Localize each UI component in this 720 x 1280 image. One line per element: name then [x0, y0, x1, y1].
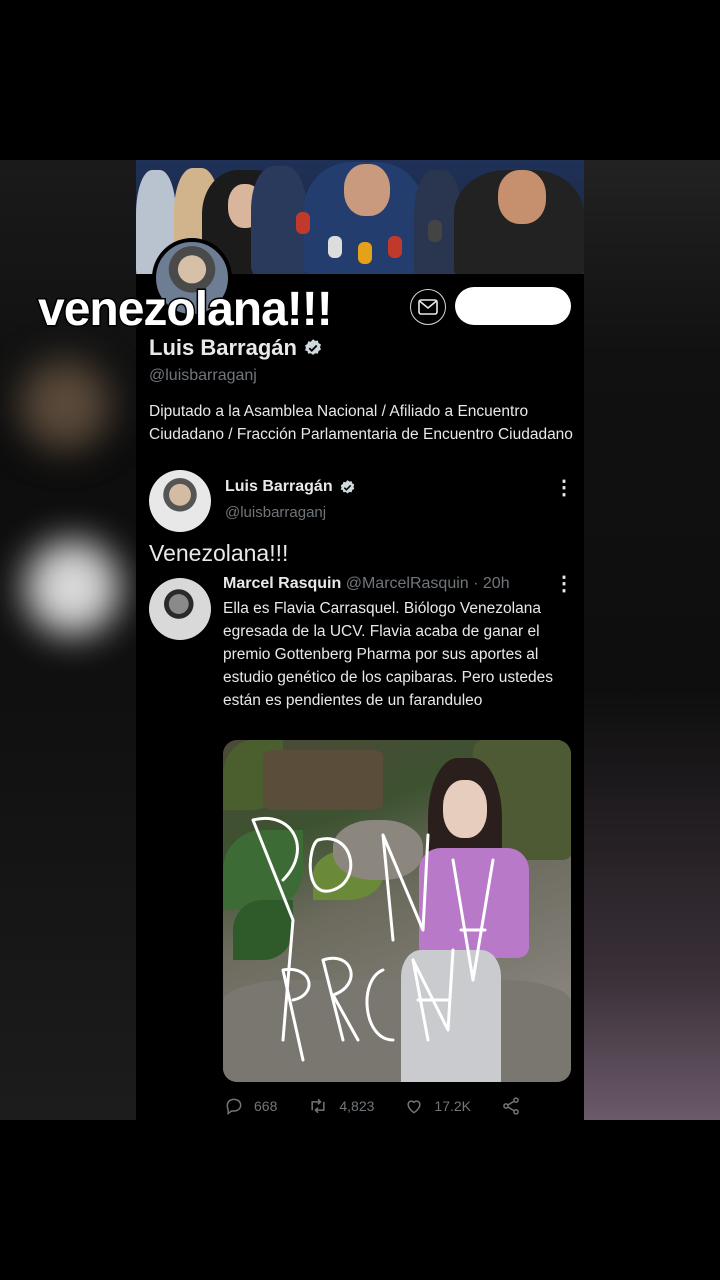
- quoted-author-name[interactable]: Marcel Rasquin: [223, 575, 341, 592]
- retweet-icon: [311, 1098, 325, 1114]
- banner-face: [344, 164, 390, 216]
- reply-icon: [226, 1098, 242, 1115]
- tweet-author-name[interactable]: Luis Barragán: [225, 478, 333, 496]
- retweet-count: 4,823: [339, 1098, 375, 1114]
- profile-name: Luis Barragán: [149, 335, 297, 360]
- like-button[interactable]: 17.2K: [404, 1096, 471, 1116]
- microphone: [296, 212, 310, 234]
- microphone: [388, 236, 402, 258]
- quoted-text: Ella es Flavia Carrasquel. Biólogo Venez…: [223, 600, 554, 709]
- tweet-author-avatar[interactable]: [149, 470, 211, 532]
- follow-button[interactable]: [455, 287, 571, 325]
- share-icon: [503, 1097, 519, 1115]
- profile-name-row: Luis Barragán: [149, 335, 323, 361]
- profile-handle: @luisbarraganj: [149, 367, 257, 384]
- like-count: 17.2K: [434, 1098, 471, 1114]
- reply-count: 668: [254, 1098, 278, 1114]
- microphone: [328, 236, 342, 258]
- tweet-text: Venezolana!!!: [149, 540, 289, 566]
- tweet-author-handle: @luisbarraganj: [225, 504, 327, 521]
- handwritten-scribble-drawing: [251, 817, 495, 1062]
- heart-icon: [407, 1100, 421, 1114]
- share-button[interactable]: [501, 1096, 531, 1116]
- video-caption-overlay: venezolana!!!: [37, 282, 335, 338]
- verified-badge-icon: [340, 479, 354, 493]
- tweet-photo[interactable]: [223, 740, 571, 1082]
- reply-button[interactable]: 668: [224, 1096, 277, 1116]
- quoted-header: Marcel Rasquin @MarcelRasquin · 20h: [223, 575, 510, 593]
- tweet-author-row: Luis Barragán: [225, 478, 356, 496]
- more-dots-icon[interactable]: ⋮: [554, 574, 574, 594]
- verified-badge-icon: [305, 339, 321, 355]
- profile-bio: Diputado a la Asamblea Nacional / Afilia…: [149, 403, 573, 443]
- quoted-time: · 20h: [473, 575, 510, 592]
- quoted-author-handle: @MarcelRasquin: [345, 575, 469, 592]
- message-button[interactable]: [410, 289, 446, 325]
- banner-face: [498, 170, 546, 224]
- retweet-button[interactable]: 4,823: [307, 1096, 374, 1116]
- quoted-author-avatar[interactable]: [149, 578, 211, 640]
- more-dots-icon[interactable]: ⋮: [554, 478, 574, 498]
- tweet-actions: 668 4,823 17.2K: [224, 1096, 561, 1116]
- blur-blob: [25, 540, 120, 635]
- microphone: [428, 220, 442, 242]
- envelope-icon: [418, 299, 438, 315]
- blur-blob: [20, 360, 110, 450]
- microphone: [358, 242, 372, 264]
- blurred-background-right: [584, 160, 720, 1120]
